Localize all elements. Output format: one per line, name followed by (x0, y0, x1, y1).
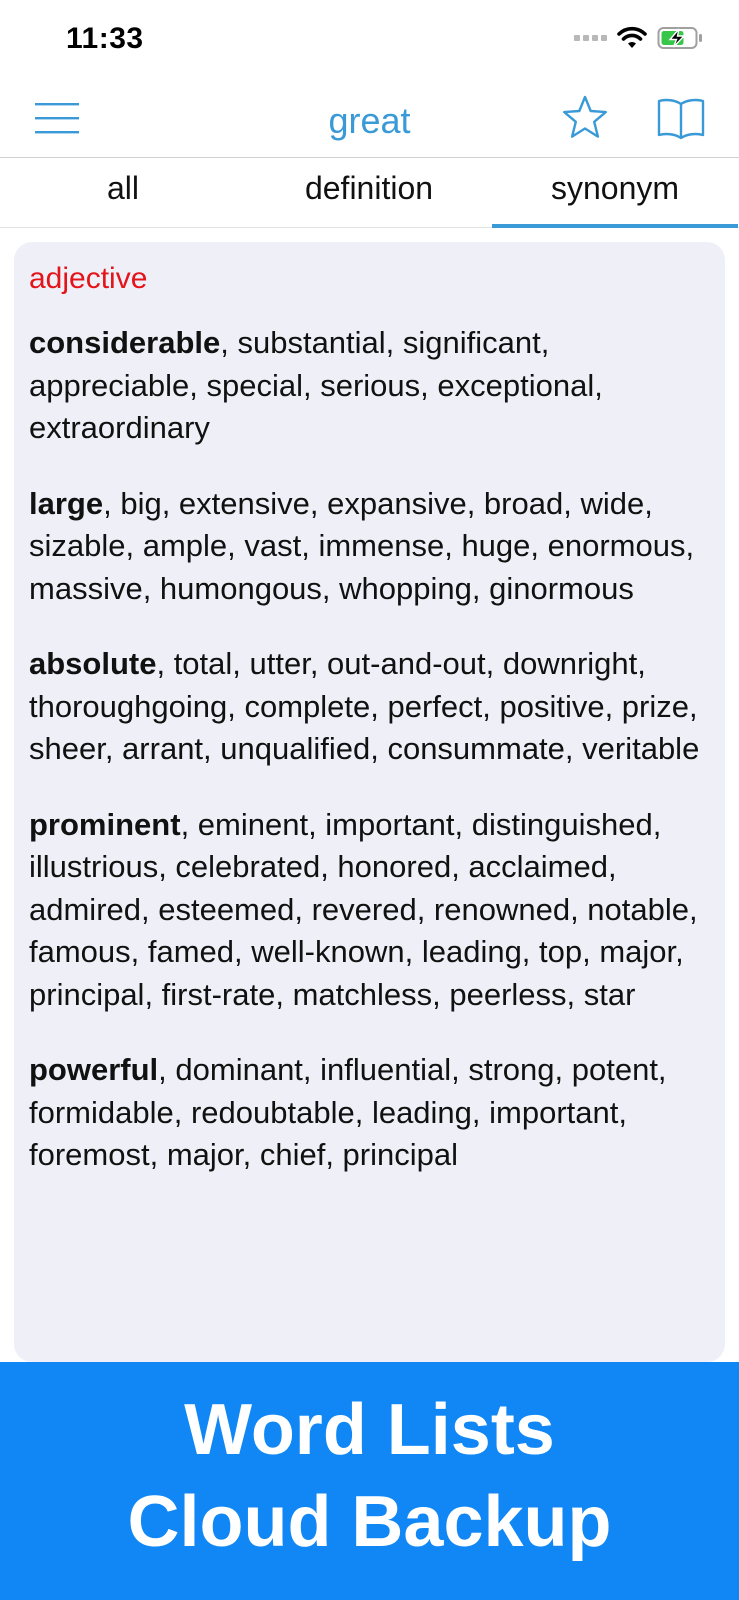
synonym-group-head: prominent (29, 806, 181, 842)
part-of-speech-label: adjective (29, 262, 148, 295)
synonym-group: prominent, eminent, important, distingui… (29, 804, 709, 1017)
synonym-group: powerful, dominant, influential, strong,… (29, 1049, 709, 1177)
book-icon (657, 98, 705, 140)
tab-bar: all definition synonym (0, 158, 739, 228)
synonym-group: considerable, substantial, significant, … (29, 322, 709, 450)
synonym-group-head: considerable (29, 325, 221, 360)
nav-bar: great (0, 80, 739, 158)
wifi-icon (617, 26, 647, 48)
synonym-card: adjective considerable, substantial, sig… (14, 242, 725, 1362)
tab-definition[interactable]: definition (246, 158, 492, 227)
synonym-group-head: powerful (29, 1052, 159, 1087)
dictionary-button[interactable] (656, 96, 706, 140)
signal-dots-icon (574, 35, 607, 41)
star-icon (563, 95, 607, 138)
status-icons (574, 26, 703, 50)
promo-banner: Word Lists Cloud Backup (0, 1362, 739, 1600)
synonym-group-head: large (29, 485, 104, 521)
synonym-group-list: , big, extensive, expansive, broad, wide… (29, 485, 695, 606)
tab-all[interactable]: all (0, 158, 246, 227)
synonym-group: large, big, extensive, expansive, broad,… (29, 483, 709, 611)
status-bar: 11:33 (0, 0, 739, 80)
tab-synonym[interactable]: synonym (492, 158, 738, 228)
synonym-group-head: absolute (29, 646, 157, 681)
page-title: great (328, 100, 411, 141)
status-time: 11:33 (66, 22, 144, 55)
promo-line-cloud-backup: Cloud Backup (127, 1482, 612, 1562)
synonym-group: absolute, total, utter, out-and-out, dow… (29, 643, 709, 771)
favorite-button[interactable] (562, 94, 608, 140)
battery-charging-icon (657, 27, 702, 49)
promo-line-word-lists: Word Lists (184, 1390, 555, 1470)
